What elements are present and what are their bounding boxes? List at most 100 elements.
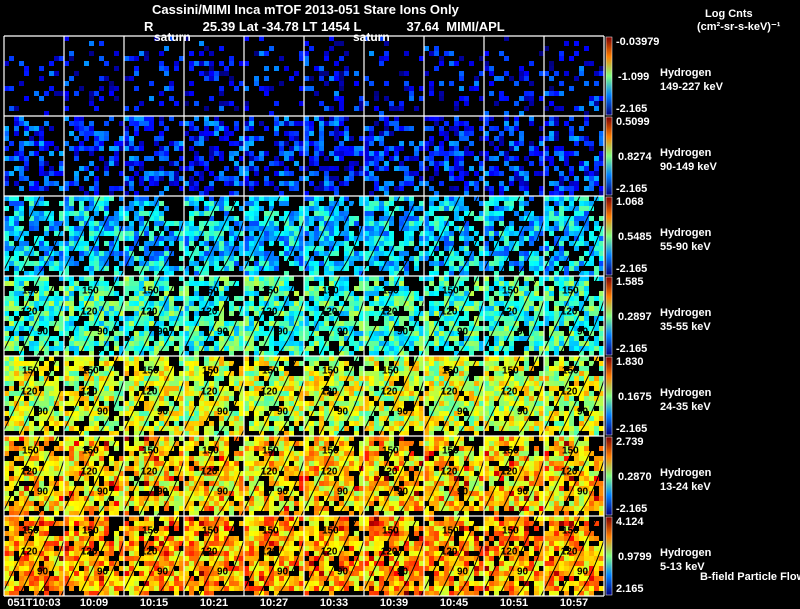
heatmap-cell — [369, 136, 374, 141]
heatmap-cell — [559, 171, 564, 176]
heatmap-cell — [174, 221, 179, 226]
heatmap-cell — [219, 256, 224, 261]
heatmap-cell — [4, 216, 9, 221]
heatmap-cell — [329, 121, 334, 126]
heatmap-cell — [94, 186, 99, 191]
heatmap-cell — [224, 281, 229, 286]
heatmap-cell — [389, 131, 394, 136]
heatmap-cell — [219, 301, 224, 306]
heatmap-cell — [189, 51, 194, 56]
heatmap-cell — [89, 341, 94, 346]
heatmap-cell — [514, 126, 519, 131]
heatmap-cell — [484, 51, 489, 56]
heatmap-cell — [74, 171, 79, 176]
heatmap-cell — [19, 261, 24, 266]
heatmap-cell — [4, 281, 9, 286]
heatmap-cell — [294, 341, 299, 346]
heatmap-cell — [394, 106, 399, 111]
heatmap-cell — [479, 161, 484, 166]
heatmap-cell — [534, 251, 539, 256]
heatmap-cell — [284, 156, 289, 161]
heatmap-cell — [274, 256, 279, 261]
heatmap-cell — [149, 261, 154, 266]
heatmap-cell — [69, 51, 74, 56]
heatmap-cell — [109, 321, 114, 326]
heatmap-cell — [189, 401, 194, 406]
heatmap-cell — [19, 321, 24, 326]
heatmap-cell — [269, 401, 274, 406]
heatmap-cell — [114, 51, 119, 56]
heatmap-cell — [209, 321, 214, 326]
heatmap-cell — [204, 346, 209, 351]
heatmap-cell — [179, 276, 184, 281]
heatmap-cell — [99, 96, 104, 101]
heatmap-cell — [504, 151, 509, 156]
heatmap-cell — [409, 196, 414, 201]
heatmap-cell — [129, 386, 134, 391]
heatmap-cell — [179, 186, 184, 191]
heatmap-cell — [104, 321, 109, 326]
heatmap-cell — [334, 41, 339, 46]
heatmap-cell — [394, 296, 399, 301]
heatmap-cell — [539, 276, 544, 281]
heatmap-cell — [459, 151, 464, 156]
heatmap-cell — [374, 291, 379, 296]
heatmap-cell — [464, 181, 469, 186]
heatmap-cell — [364, 226, 369, 231]
heatmap-cell — [289, 121, 294, 126]
heatmap-cell — [124, 356, 129, 361]
heatmap-cell — [459, 246, 464, 251]
heatmap-cell — [44, 306, 49, 311]
heatmap-cell — [359, 326, 364, 331]
heatmap-cell — [64, 271, 69, 276]
heatmap-cell — [204, 431, 209, 436]
heatmap-cell — [449, 236, 454, 241]
heatmap-cell — [229, 226, 234, 231]
heatmap-cell — [124, 286, 129, 291]
heatmap-cell — [429, 226, 434, 231]
heatmap-cell — [439, 61, 444, 66]
heatmap-cell — [569, 336, 574, 341]
heatmap-cell — [429, 261, 434, 266]
heatmap-cell — [589, 231, 594, 236]
heatmap-cell — [594, 221, 599, 226]
heatmap-cell — [334, 381, 339, 386]
heatmap-cell — [224, 131, 229, 136]
heatmap-cell — [529, 261, 534, 266]
heatmap-cell — [104, 286, 109, 291]
heatmap-cell — [304, 86, 309, 91]
heatmap-cell — [479, 211, 484, 216]
heatmap-cell — [534, 341, 539, 346]
heatmap-cell — [429, 291, 434, 296]
heatmap-cell — [249, 281, 254, 286]
heatmap-cell — [569, 346, 574, 351]
heatmap-cell — [289, 346, 294, 351]
heatmap-cell — [69, 401, 74, 406]
heatmap-cell — [254, 196, 259, 201]
heatmap-cell — [424, 116, 429, 121]
heatmap-cell — [499, 171, 504, 176]
heatmap-cell — [439, 276, 444, 281]
heatmap-cell — [84, 136, 89, 141]
heatmap-cell — [139, 411, 144, 416]
heatmap-cell — [519, 251, 524, 256]
heatmap-cell — [599, 136, 604, 141]
heatmap-cell — [534, 296, 539, 301]
heatmap-cell — [339, 121, 344, 126]
heatmap-cell — [134, 201, 139, 206]
heatmap-cell — [104, 361, 109, 366]
heatmap-cell — [109, 421, 114, 426]
heatmap-cell — [4, 401, 9, 406]
heatmap-cell — [184, 226, 189, 231]
heatmap-cell — [434, 196, 439, 201]
heatmap-cell — [559, 331, 564, 336]
heatmap-cell — [314, 296, 319, 301]
heatmap-cell — [364, 286, 369, 291]
heatmap-cell — [39, 301, 44, 306]
heatmap-cell — [379, 251, 384, 256]
heatmap-cell — [79, 121, 84, 126]
heatmap-cell — [334, 376, 339, 381]
heatmap-cell — [49, 266, 54, 271]
heatmap-cell — [49, 421, 54, 426]
heatmap-cell — [524, 186, 529, 191]
